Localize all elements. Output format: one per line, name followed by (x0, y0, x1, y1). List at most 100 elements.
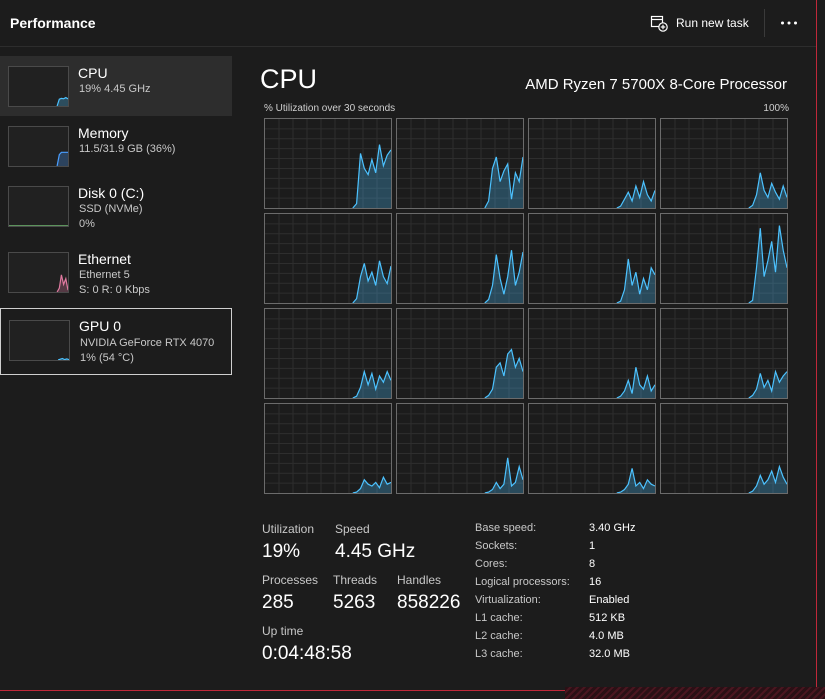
cpu-detail-panel: CPU AMD Ryzen 7 5700X 8-Core Processor %… (240, 48, 817, 699)
core-usage-chart (397, 309, 523, 398)
handles-label: Handles (397, 573, 442, 587)
disk-sparkline (8, 186, 69, 227)
spec-label: Virtualization: (475, 594, 541, 606)
core-usage-chart (265, 119, 391, 208)
logical-processor-graph[interactable] (396, 308, 524, 399)
logical-processor-graph[interactable] (528, 118, 656, 209)
spec-value: 512 KB (589, 612, 626, 624)
uptime-value: 0:04:48:58 (262, 643, 352, 664)
memory-sparkline-graph (56, 151, 68, 166)
graph-caption: % Utilization over 30 seconds (264, 103, 396, 114)
spec-value: Enabled (589, 594, 630, 606)
sidebar-item-ethernet[interactable]: Ethernet Ethernet 5 S: 0 R: 0 Kbps (0, 242, 232, 302)
sidebar-item-label: GPU 0 (79, 318, 122, 334)
core-usage-area (616, 468, 655, 493)
core-usage-chart (661, 309, 787, 398)
core-usage-chart (397, 404, 523, 493)
sidebar-item-memory[interactable]: Memory 11.5/31.9 GB (36%) (0, 116, 232, 176)
logical-processor-graph[interactable] (660, 118, 788, 209)
core-usage-chart (529, 309, 655, 398)
uptime-label: Up time (262, 624, 304, 638)
sidebar-item-detail-2: S: 0 R: 0 Kbps (79, 284, 150, 296)
processes-label: Processes (262, 573, 319, 587)
gpu-sparkline-graph (57, 357, 69, 360)
speed-label: Speed (335, 522, 370, 536)
cpu-sparkline (8, 66, 69, 107)
handles-value: 858226 (397, 592, 461, 613)
core-usage-chart (529, 214, 655, 303)
header-bar: Performance Run new task (0, 0, 817, 47)
page-title: Performance (10, 15, 96, 31)
core-usage-chart (661, 404, 787, 493)
wallpaper-edge (565, 687, 825, 699)
task-manager-window: Performance Run new task CPU 19% 4.45 GH… (0, 0, 825, 699)
ethernet-sparkline-graph (56, 274, 68, 292)
sidebar-item-detail: Ethernet 5 (79, 269, 130, 281)
logical-processor-graph[interactable] (528, 213, 656, 304)
spec-label: L3 cache: (475, 648, 523, 660)
core-usage-chart (661, 214, 787, 303)
sidebar-item-cpu[interactable]: CPU 19% 4.45 GHz (0, 56, 232, 116)
sidebar-item-detail-2: 1% (54 °C) (80, 352, 134, 364)
graph-max-label: 100% (763, 103, 789, 114)
core-usage-chart (265, 214, 391, 303)
logical-processor-graph[interactable] (396, 118, 524, 209)
logical-processor-graph[interactable] (264, 403, 392, 494)
sidebar-item-detail: NVIDIA GeForce RTX 4070 (80, 337, 215, 349)
spec-value: 4.0 MB (589, 630, 624, 642)
ethernet-sparkline (8, 252, 69, 293)
core-usage-chart (265, 309, 391, 398)
sidebar-item-label: Disk 0 (C:) (78, 185, 145, 201)
core-usage-area (352, 260, 391, 303)
sidebar-item-detail: 11.5/31.9 GB (36%) (79, 143, 176, 155)
processes-value: 285 (262, 592, 294, 613)
core-usage-chart (397, 119, 523, 208)
logical-processor-graph[interactable] (660, 403, 788, 494)
spec-label: Base speed: (475, 522, 537, 534)
logical-processor-graph[interactable] (660, 213, 788, 304)
threads-value: 5263 (333, 592, 376, 613)
threads-label: Threads (333, 573, 378, 587)
core-usage-chart (529, 119, 655, 208)
sidebar: CPU 19% 4.45 GHz Memory 11.5/31.9 GB (36… (0, 48, 240, 699)
cpu-heading: CPU (260, 64, 318, 94)
memory-sparkline (8, 126, 69, 167)
gpu-sparkline (9, 320, 70, 361)
utilization-value: 19% (262, 541, 301, 562)
spec-value: 3.40 GHz (589, 522, 636, 534)
logical-processor-graphs[interactable] (264, 118, 789, 496)
sidebar-item-label: Ethernet (78, 251, 131, 267)
logical-processor-graph[interactable] (396, 403, 524, 494)
logical-processor-graph[interactable] (264, 118, 392, 209)
speed-value: 4.45 GHz (335, 541, 416, 562)
logical-processor-graph[interactable] (396, 213, 524, 304)
cpu-sparkline-graph (56, 96, 68, 106)
spec-value: 32.0 MB (589, 648, 630, 660)
sidebar-item-detail: 19% 4.45 GHz (79, 83, 151, 95)
core-usage-chart (529, 404, 655, 493)
run-new-task-button[interactable]: Run new task (650, 10, 749, 36)
spec-value: 8 (589, 558, 596, 570)
logical-processor-graph[interactable] (660, 308, 788, 399)
core-usage-area (748, 371, 787, 398)
core-usage-area (484, 250, 523, 303)
logical-processor-graph[interactable] (528, 403, 656, 494)
cpu-model-name: AMD Ryzen 7 5700X 8-Core Processor (525, 76, 787, 93)
spec-label: Sockets: (475, 540, 518, 552)
disk-sparkline-graph (9, 225, 68, 226)
spec-label: L2 cache: (475, 630, 523, 642)
sidebar-item-gpu[interactable]: GPU 0 NVIDIA GeForce RTX 4070 1% (54 °C) (0, 308, 232, 375)
sidebar-item-disk[interactable]: Disk 0 (C:) SSD (NVMe) 0% (0, 176, 232, 236)
more-options-button[interactable] (776, 10, 802, 36)
utilization-label: Utilization (262, 522, 315, 536)
logical-processor-graph[interactable] (264, 308, 392, 399)
core-usage-chart (265, 404, 391, 493)
logical-processor-graph[interactable] (264, 213, 392, 304)
spec-value: 1 (589, 540, 596, 552)
run-task-icon (650, 15, 668, 32)
logical-processor-graph[interactable] (528, 308, 656, 399)
sidebar-item-detail: SSD (NVMe) (79, 203, 143, 215)
spec-label: Logical processors: (475, 576, 570, 588)
sidebar-item-label: CPU (78, 65, 108, 81)
core-usage-chart (661, 119, 787, 208)
